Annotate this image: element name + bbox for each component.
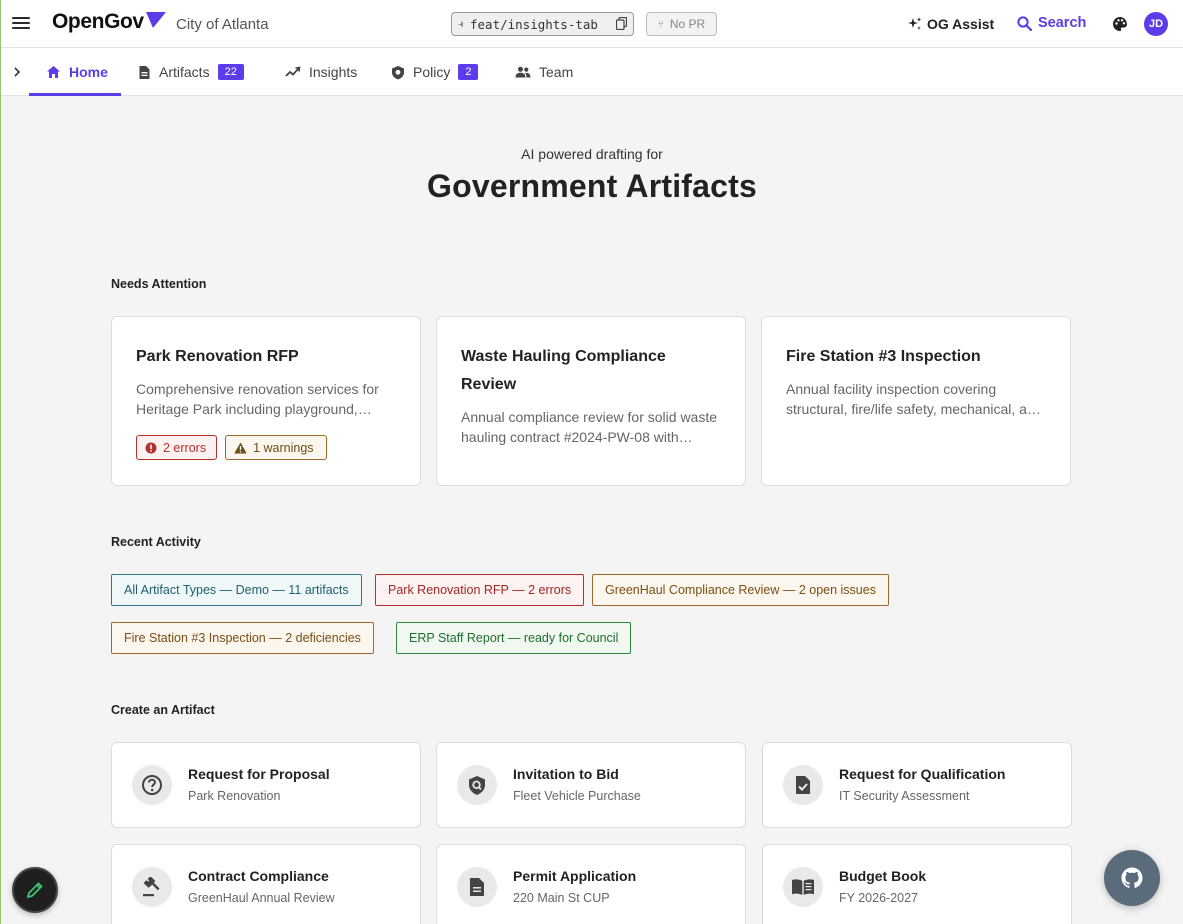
tab-home-label: Home: [69, 64, 108, 80]
people-icon: [515, 66, 531, 78]
needs-attention-heading: Needs Attention: [111, 277, 207, 291]
create-card-itb[interactable]: Invitation to Bid Fleet Vehicle Purchase: [436, 742, 746, 828]
create-card-subtitle: Park Renovation: [188, 789, 281, 803]
branch-name: feat/insights-tab: [470, 16, 598, 32]
hamburger-menu-icon[interactable]: [12, 15, 30, 33]
recent-activity-heading: Recent Activity: [111, 535, 201, 549]
create-card-budget-book[interactable]: Budget Book FY 2026-2027: [762, 844, 1072, 924]
tab-insights[interactable]: Insights: [285, 48, 357, 96]
create-card-rfq[interactable]: Request for Qualification IT Security As…: [762, 742, 1072, 828]
tab-artifacts-label: Artifacts: [159, 64, 210, 80]
logo-text: OpenGov: [52, 10, 144, 33]
create-card-title: Request for Qualification: [839, 766, 1006, 782]
tab-bar: Home Artifacts 22 Insights Policy 2 Team: [1, 48, 1183, 96]
tab-team-label: Team: [539, 64, 574, 80]
shield-icon: [392, 65, 404, 79]
top-bar: OpenGov City of Atlanta ⫣ feat/insights-…: [1, 0, 1183, 48]
hero-title: Government Artifacts: [427, 168, 757, 204]
attention-card-title: Fire Station #3 Inspection: [786, 348, 981, 365]
document-check-icon: [783, 765, 823, 805]
search-button[interactable]: Search: [1017, 15, 1086, 31]
create-card-contract-compliance[interactable]: Contract Compliance GreenHaul Annual Rev…: [111, 844, 421, 924]
create-card-title: Contract Compliance: [188, 868, 329, 884]
org-name: City of Atlanta: [176, 16, 269, 33]
question-icon: [132, 765, 172, 805]
attention-card-description: Annual compliance review for solid waste…: [461, 409, 718, 445]
document-icon: [139, 65, 150, 79]
book-icon: [783, 867, 823, 907]
tab-insights-label: Insights: [309, 64, 358, 80]
activity-chip-park-renovation[interactable]: Park Renovation RFP — 2 errors: [375, 574, 585, 606]
attention-card-park-renovation[interactable]: Park Renovation RFP Comprehensive renova…: [111, 316, 421, 486]
document-lines-icon: [457, 867, 497, 907]
og-assist-label: OG Assist: [927, 16, 995, 32]
warnings-badge[interactable]: 1 warnings: [225, 435, 327, 460]
hero-subtitle: AI powered drafting for: [521, 146, 663, 162]
gavel-icon: [132, 867, 172, 907]
activity-chip-all-artifacts[interactable]: All Artifact Types — Demo — 11 artifacts: [111, 574, 362, 606]
branch-chip[interactable]: ⫣ feat/insights-tab: [451, 12, 634, 36]
attention-card-fire-station[interactable]: Fire Station #3 Inspection Annual facili…: [761, 316, 1071, 486]
attention-card-waste-hauling[interactable]: Waste Hauling Compliance Review Annual c…: [436, 316, 746, 486]
errors-badge[interactable]: 2 errors: [136, 435, 218, 460]
activity-chip-erp-report[interactable]: ERP Staff Report — ready for Council: [396, 622, 632, 654]
error-icon: [145, 442, 157, 453]
sparkle-icon: [908, 17, 922, 30]
tab-home[interactable]: Home: [46, 48, 108, 96]
github-icon: [1121, 867, 1143, 888]
create-artifact-heading: Create an Artifact: [111, 703, 215, 717]
create-card-title: Request for Proposal: [188, 766, 330, 782]
pull-request-icon: ⑂: [657, 18, 664, 30]
pencil-icon: [27, 882, 43, 898]
tab-policy[interactable]: Policy 2: [391, 48, 479, 96]
create-card-title: Budget Book: [839, 868, 927, 884]
pr-status-chip[interactable]: ⑂ No PR: [646, 12, 717, 36]
errors-text: 2 errors: [163, 440, 207, 455]
warnings-text: 1 warnings: [253, 440, 314, 455]
trend-icon: [285, 66, 301, 77]
tab-artifacts[interactable]: Artifacts 22: [138, 48, 244, 96]
palette-icon[interactable]: [1112, 16, 1128, 32]
create-card-subtitle: GreenHaul Annual Review: [188, 891, 335, 905]
user-avatar[interactable]: JD: [1144, 12, 1168, 36]
shield-search-icon: [457, 765, 497, 805]
pr-status-text: No PR: [669, 17, 706, 31]
policy-count-badge: 2: [458, 64, 479, 80]
artifacts-count-badge: 22: [217, 64, 244, 80]
edit-fab-button[interactable]: [12, 867, 58, 913]
create-card-subtitle: IT Security Assessment: [839, 789, 970, 803]
warning-icon: [234, 442, 247, 453]
logo-mark-icon: [145, 12, 166, 28]
search-icon: [1017, 15, 1032, 31]
attention-card-description: Annual facility inspection covering stru…: [786, 381, 1043, 417]
attention-card-description: Comprehensive renovation services for He…: [136, 381, 379, 417]
github-fab-button[interactable]: [1104, 850, 1160, 906]
attention-card-title: Waste Hauling Compliance Review: [461, 348, 666, 393]
create-card-rfp[interactable]: Request for Proposal Park Renovation: [111, 742, 421, 828]
create-card-permit[interactable]: Permit Application 220 Main St CUP: [436, 844, 746, 924]
create-card-subtitle: 220 Main St CUP: [513, 891, 610, 905]
create-card-title: Permit Application: [513, 868, 637, 884]
activity-chip-greenhaul[interactable]: GreenHaul Compliance Review — 2 open iss…: [592, 574, 889, 606]
og-assist-button[interactable]: OG Assist: [908, 16, 994, 32]
opengov-logo[interactable]: OpenGov: [52, 10, 167, 34]
create-card-title: Invitation to Bid: [513, 766, 619, 782]
chevron-right-icon[interactable]: [12, 65, 22, 79]
active-tab-indicator: [29, 93, 121, 96]
tab-policy-label: Policy: [413, 64, 451, 80]
create-card-subtitle: FY 2026-2027: [839, 891, 918, 905]
home-icon: [47, 66, 60, 78]
copy-icon[interactable]: [616, 17, 627, 30]
tab-team[interactable]: Team: [515, 48, 573, 96]
create-card-subtitle: Fleet Vehicle Purchase: [513, 789, 641, 803]
activity-chip-fire-station[interactable]: Fire Station #3 Inspection — 2 deficienc…: [111, 622, 374, 654]
search-label: Search: [1038, 15, 1087, 31]
attention-card-title: Park Renovation RFP: [136, 348, 299, 365]
branch-icon: ⫣: [458, 18, 464, 30]
